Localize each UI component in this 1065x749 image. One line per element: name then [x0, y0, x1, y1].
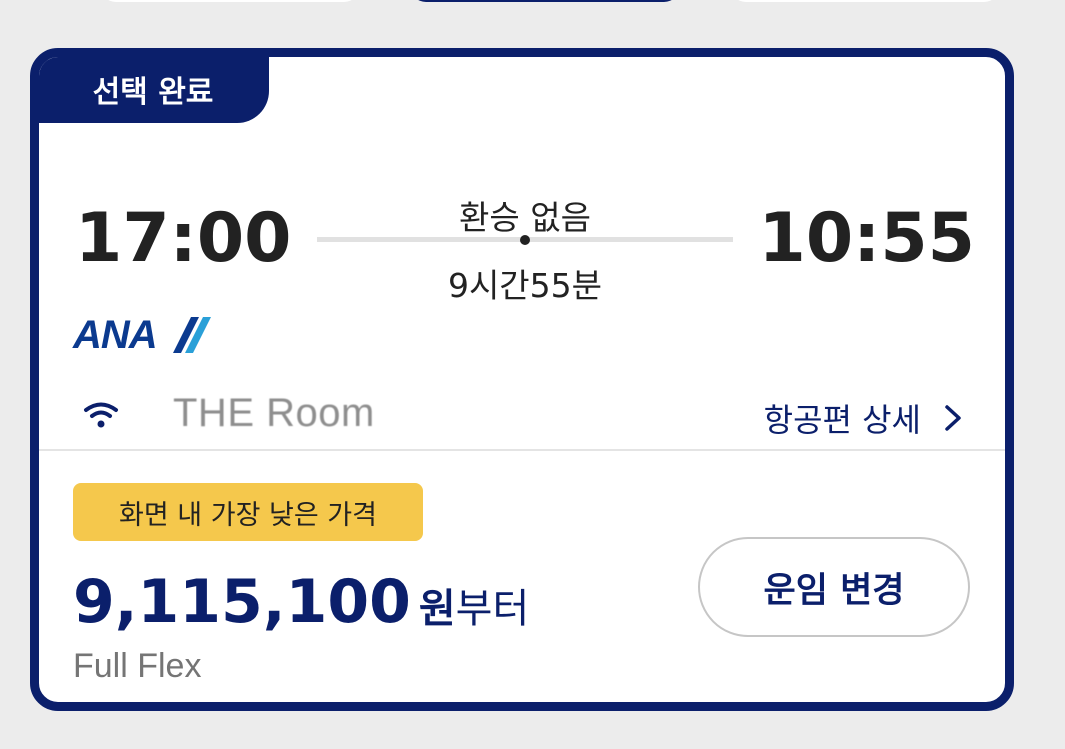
card-divider — [39, 449, 1005, 451]
lowest-price-badge: 화면 내 가장 낮은 가격 — [73, 483, 423, 541]
price-suffix: 부터 — [455, 586, 530, 632]
change-fare-button[interactable]: 운임 변경 — [698, 537, 970, 637]
route-midpoint-dot — [520, 235, 530, 245]
lounge-name: THE Room — [173, 391, 375, 435]
fare-class: Full Flex — [73, 647, 202, 685]
stops-label: 환승 없음 — [459, 198, 591, 237]
wifi-icon — [83, 401, 119, 429]
top-tab-selected[interactable] — [410, 0, 680, 2]
top-tab-strip — [0, 0, 1065, 10]
price-currency: 원 — [418, 586, 456, 632]
top-tab-left[interactable] — [100, 0, 360, 2]
flight-details-link[interactable]: 항공편 상세 — [764, 395, 963, 441]
flight-card[interactable]: 선택 완료 17:00 환승 없음 9시간55분 10:55 ANA THE R… — [30, 48, 1014, 711]
selected-badge: 선택 완료 — [39, 57, 269, 123]
arrival-time: 10:55 — [758, 199, 975, 278]
flight-duration: 9시간55분 — [447, 266, 603, 305]
airline-logo-stripes — [172, 317, 211, 353]
airline-logo: ANA — [73, 313, 233, 357]
top-tab-right[interactable] — [730, 0, 1000, 2]
flight-details-label: 항공편 상세 — [763, 401, 921, 439]
price-amount: 9,115,100 — [73, 567, 411, 637]
price: 9,115,100 원부터 — [73, 567, 529, 637]
airline-logo-text: ANA — [73, 312, 158, 357]
chevron-right-icon — [945, 405, 961, 431]
departure-time: 17:00 — [75, 199, 292, 278]
